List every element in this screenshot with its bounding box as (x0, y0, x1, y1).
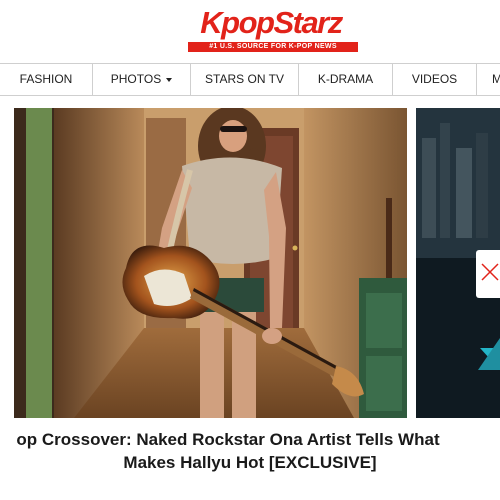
page: KpopStarz #1 U.S. SOURCE FOR K-POP NEWS … (0, 0, 500, 500)
close-icon (481, 263, 499, 281)
nav-item-videos[interactable]: VIDEOS (393, 64, 477, 95)
feature-image[interactable] (14, 108, 407, 418)
nav-item-label: FASHION (19, 72, 73, 86)
logo-wordmark: KpopStarz (200, 5, 343, 40)
close-button[interactable] (476, 250, 500, 298)
logo-tagline: #1 U.S. SOURCE FOR K-POP NEWS (188, 42, 358, 52)
nav-item-fashion[interactable]: FASHION (0, 64, 93, 95)
nav-item-stars-on-tv[interactable]: STARS ON TV (191, 64, 299, 95)
nav-item-photos[interactable]: PHOTOS (93, 64, 191, 95)
site-header: KpopStarz #1 U.S. SOURCE FOR K-POP NEWS (0, 0, 500, 62)
nav-item-label: PHOTOS (110, 72, 162, 86)
nav-item-label: VIDEOS (411, 72, 458, 86)
feature-headline[interactable]: op Crossover: Naked Rockstar Ona Artist … (0, 428, 500, 474)
headline-line-1: op Crossover: Naked Rockstar Ona Artist … (16, 430, 440, 449)
site-logo[interactable]: KpopStarz #1 U.S. SOURCE FOR K-POP NEWS (176, 6, 366, 52)
nav-item-more[interactable]: M (477, 64, 500, 95)
feature-photo-illustration (14, 108, 407, 418)
next-slide-thumbnail[interactable] (416, 108, 500, 418)
main-nav: FASHION PHOTOS STARS ON TV K-DRAMA VIDEO… (0, 63, 500, 96)
nav-item-label: STARS ON TV (205, 72, 284, 86)
headline-line-2: Makes Hallyu Hot [EXCLUSIVE] (123, 453, 377, 472)
caret-down-icon (166, 77, 173, 82)
nav-item-label: K-DRAMA (317, 72, 374, 86)
nav-item-label: M (492, 72, 500, 86)
nav-item-k-drama[interactable]: K-DRAMA (299, 64, 393, 95)
